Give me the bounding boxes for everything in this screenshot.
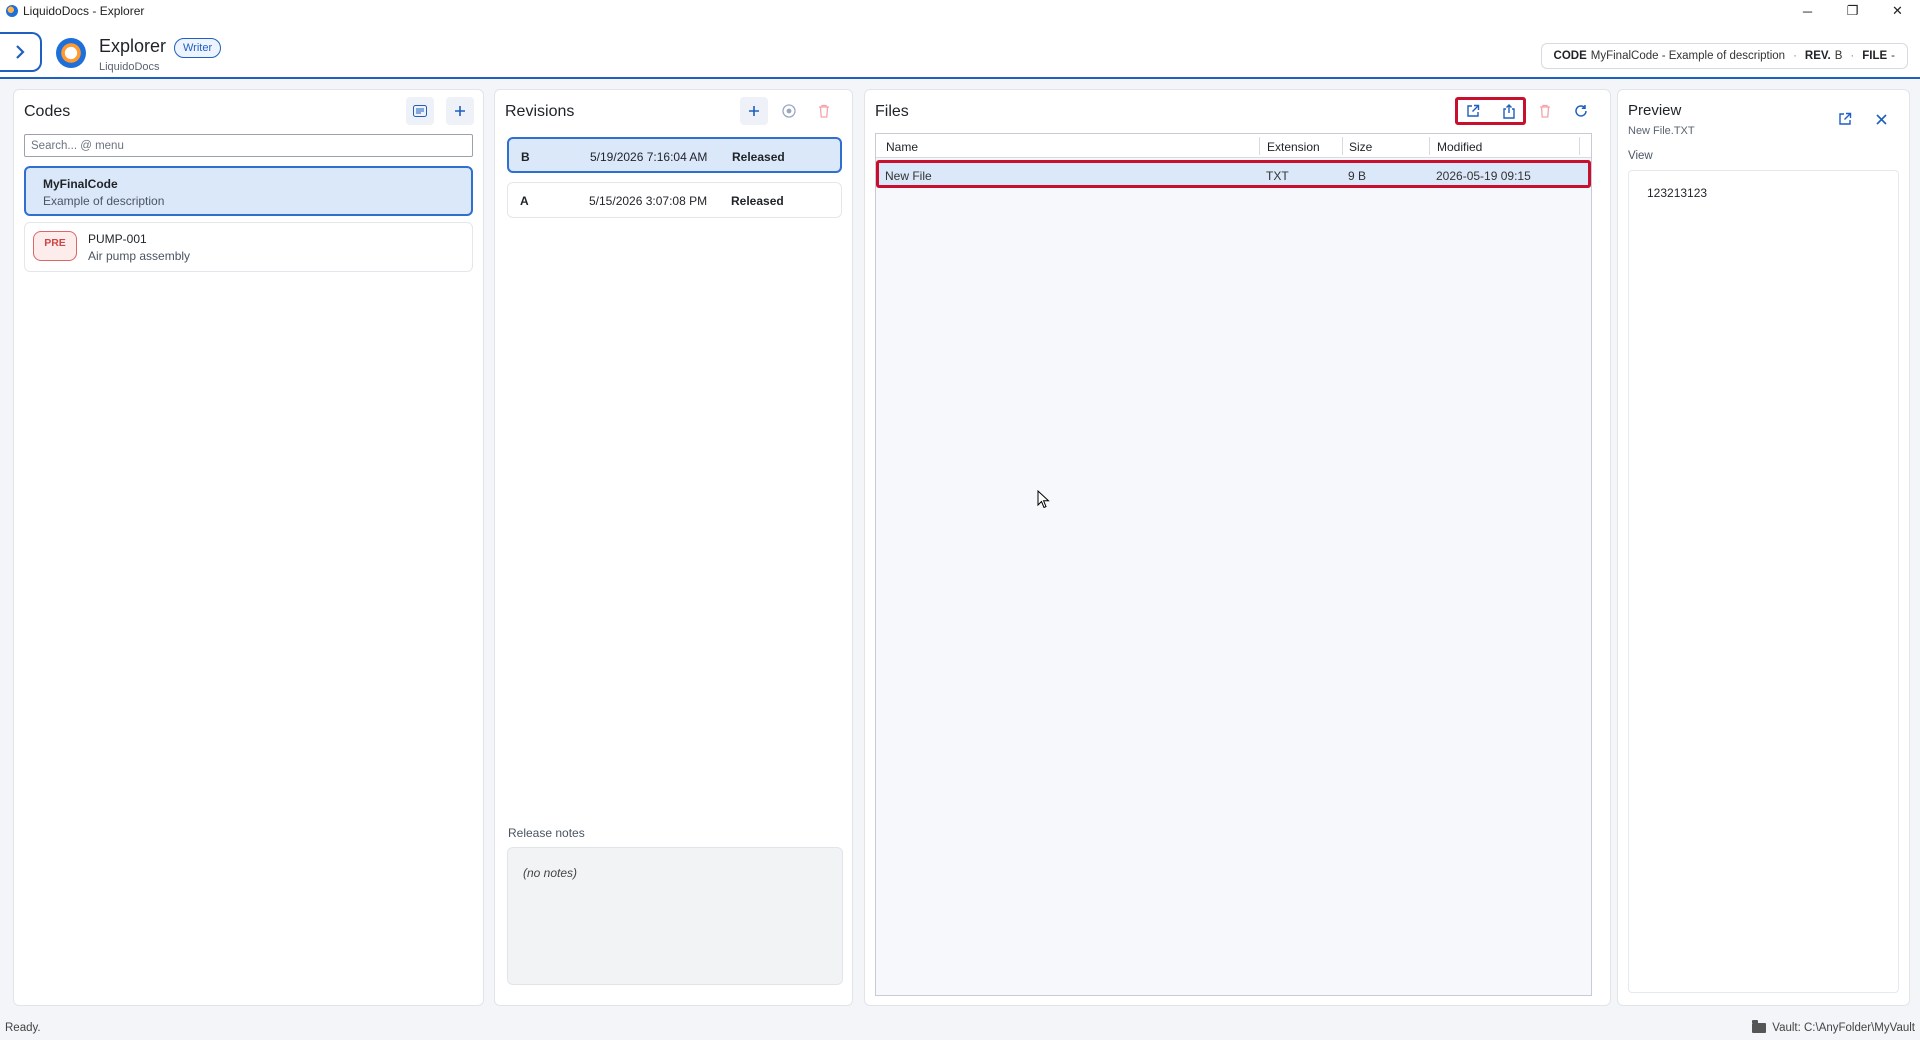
- status-text: Ready.: [5, 1022, 41, 1034]
- add-revision-button[interactable]: [740, 97, 768, 125]
- files-table-header: Name Extension Size Modified: [876, 134, 1591, 158]
- vault-path: Vault: C:\AnyFolder\MyVault: [1772, 1022, 1915, 1034]
- revision-status: Released: [732, 150, 785, 164]
- code-description: Example of description: [43, 194, 165, 208]
- folder-icon: [1752, 1020, 1767, 1033]
- code-item-myfinalcode[interactable]: MyFinalCode Example of description: [24, 166, 473, 216]
- revisions-panel: Revisions B 5/19/2026 7:16:04 AM Release…: [494, 89, 853, 1006]
- code-item-pump-001[interactable]: PRE PUMP-001 Air pump assembly: [24, 222, 473, 272]
- plus-icon: [749, 106, 759, 116]
- app-logo-icon: [6, 5, 18, 17]
- trash-icon: [819, 104, 829, 118]
- codes-title: Codes: [24, 103, 71, 120]
- release-notes-text: (no notes): [523, 866, 578, 880]
- app-title: Explorer: [99, 36, 167, 56]
- trash-icon: [1540, 104, 1550, 118]
- refresh-icon: [1575, 105, 1587, 117]
- context-summary: CODE MyFinalCode - Example of descriptio…: [1540, 43, 1908, 69]
- file-name-cell: New File: [885, 169, 932, 183]
- delete-file-button[interactable]: [1531, 97, 1559, 125]
- role-badge: Writer: [174, 38, 222, 58]
- share-icon: [1503, 103, 1515, 119]
- window-controls: ─ ❐ ✕: [1785, 0, 1920, 22]
- revision-status: Released: [731, 194, 784, 208]
- codes-list-button[interactable]: [406, 97, 434, 125]
- list-icon: [413, 105, 427, 117]
- context-code-value: MyFinalCode - Example of description: [1590, 50, 1786, 62]
- vault-indicator: Vault: C:\AnyFolder\MyVault: [1752, 1020, 1915, 1034]
- app-logo-icon: [56, 38, 86, 68]
- files-table: Name Extension Size Modified New File TX…: [875, 133, 1592, 996]
- target-icon: [782, 104, 796, 118]
- file-modified-cell: 2026-05-19 09:15: [1436, 169, 1531, 183]
- revision-date: 5/19/2026 7:16:04 AM: [590, 150, 708, 164]
- code-name: PUMP-001: [88, 232, 147, 246]
- context-file-label: FILE: [1862, 50, 1888, 62]
- revision-letter: A: [520, 194, 529, 208]
- export-file-button[interactable]: [1495, 97, 1523, 125]
- open-file-button[interactable]: [1459, 97, 1487, 125]
- context-rev-label: REV.: [1804, 50, 1831, 62]
- preview-panel: Preview New File.TXT View 123213123: [1617, 89, 1910, 1006]
- open-external-icon: [1467, 104, 1480, 117]
- release-revision-button[interactable]: [775, 97, 803, 125]
- delete-revision-button[interactable]: [810, 97, 838, 125]
- revision-date: 5/15/2026 3:07:08 PM: [589, 194, 708, 208]
- preview-file-name: New File.TXT: [1628, 125, 1695, 137]
- refresh-files-button[interactable]: [1567, 97, 1595, 125]
- codes-search-input[interactable]: [24, 134, 473, 157]
- status-bar: Ready. Vault: C:\AnyFolder\MyVault: [0, 1016, 1920, 1040]
- code-name: MyFinalCode: [43, 177, 118, 191]
- release-notes-box[interactable]: (no notes): [507, 847, 843, 985]
- preview-open-external-button[interactable]: [1831, 105, 1859, 133]
- revisions-title: Revisions: [505, 103, 575, 120]
- preview-content-box[interactable]: 123213123: [1628, 170, 1899, 993]
- app-header: Explorer LiquidoDocs Writer CODE MyFinal…: [0, 22, 1920, 79]
- file-size-cell: 9 B: [1348, 169, 1367, 183]
- status-badge: PRE: [33, 231, 77, 261]
- file-extension-cell: TXT: [1266, 169, 1289, 183]
- window-titlebar: LiquidoDocs - Explorer ─ ❐ ✕: [0, 0, 1920, 22]
- nav-toggle-button[interactable]: [0, 32, 42, 72]
- open-external-icon: [1839, 112, 1852, 125]
- table-row[interactable]: New File TXT 9 B 2026-05-19 09:15: [876, 160, 1591, 188]
- code-description: Air pump assembly: [88, 249, 191, 263]
- preview-title: Preview: [1628, 102, 1682, 119]
- revision-row-a[interactable]: A 5/15/2026 3:07:08 PM Released: [507, 182, 842, 218]
- revision-row-b[interactable]: B 5/19/2026 7:16:04 AM Released: [507, 137, 842, 173]
- revision-letter: B: [521, 150, 530, 164]
- mouse-cursor-icon: [1037, 490, 1050, 509]
- minimize-button[interactable]: ─: [1785, 0, 1830, 22]
- preview-content-text: 123213123: [1647, 186, 1708, 200]
- add-code-button[interactable]: [446, 97, 474, 125]
- release-notes-label: Release notes: [508, 826, 585, 840]
- files-title: Files: [875, 103, 909, 120]
- files-panel: Files Name Extension Size Modified New F…: [864, 89, 1611, 1006]
- restore-button[interactable]: ❐: [1830, 0, 1875, 22]
- window-title: LiquidoDocs - Explorer: [23, 4, 145, 18]
- close-icon: [1875, 113, 1887, 125]
- context-file-value: -: [1891, 50, 1895, 62]
- chevron-right-icon: [16, 45, 25, 59]
- context-code-label: CODE: [1553, 50, 1587, 62]
- preview-close-button[interactable]: [1867, 105, 1895, 133]
- context-rev-value: B: [1834, 50, 1843, 62]
- close-window-button[interactable]: ✕: [1875, 0, 1920, 22]
- preview-view-label: View: [1628, 150, 1653, 162]
- plus-icon: [455, 106, 465, 116]
- codes-panel: Codes MyFinalCode Example of description…: [13, 89, 484, 1006]
- app-subtitle: LiquidoDocs: [99, 61, 160, 73]
